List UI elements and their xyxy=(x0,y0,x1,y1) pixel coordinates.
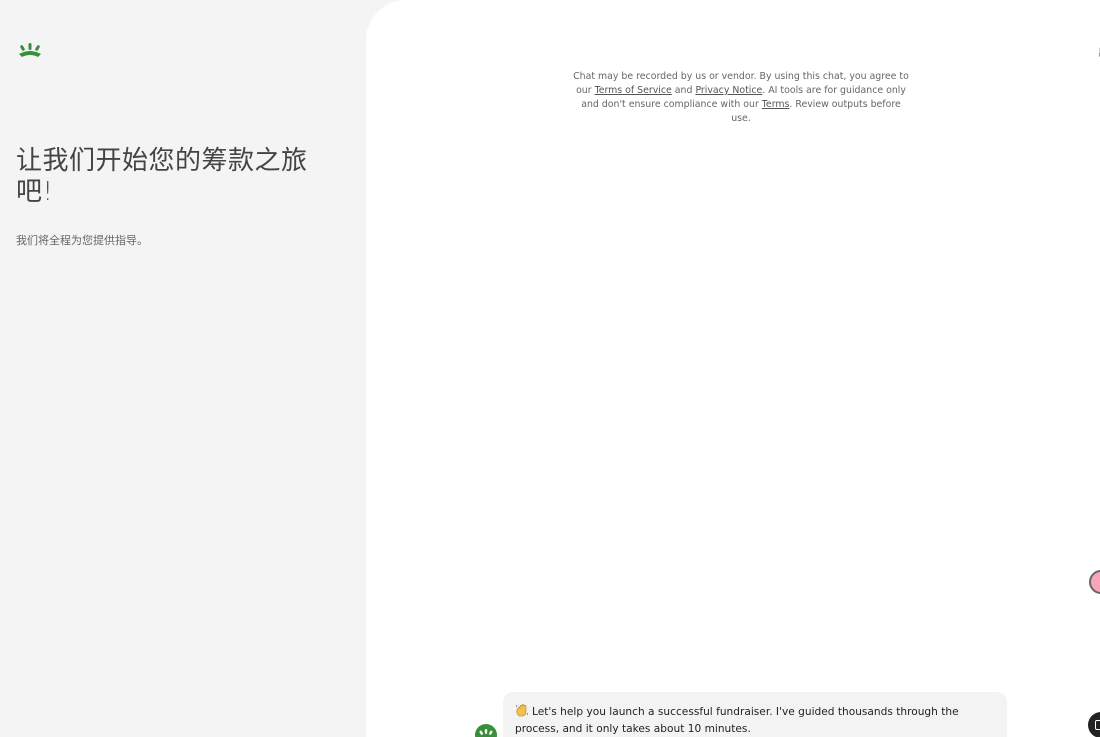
waving-hand-icon xyxy=(515,704,529,717)
left-panel: 让我们开始您的筹款之旅吧! 我们将全程为您提供指导。 xyxy=(0,0,366,737)
widget-icon xyxy=(1095,720,1100,730)
page-title: 让我们开始您的筹款之旅吧! xyxy=(16,146,308,207)
terms-link[interactable]: Terms xyxy=(762,99,790,110)
bot-message-bubble: Let's help you launch a successful fundr… xyxy=(503,692,1007,737)
page-subtitle: 我们将全程为您提供指导。 xyxy=(16,234,148,247)
terms-of-service-link[interactable]: Terms of Service xyxy=(595,85,672,96)
bot-message-text: Let's help you launch a successful fundr… xyxy=(515,706,959,735)
disclaimer-text: and xyxy=(671,85,696,96)
privacy-notice-link[interactable]: Privacy Notice xyxy=(695,85,762,96)
chat-disclaimer: Chat may be recorded by us or vendor. By… xyxy=(570,70,912,126)
sprout-logo-icon[interactable] xyxy=(16,42,44,58)
fundraiser-chat-page: 让我们开始您的筹款之旅吧! 我们将全程为您提供指导。 出口 Chat may b… xyxy=(0,0,1100,737)
